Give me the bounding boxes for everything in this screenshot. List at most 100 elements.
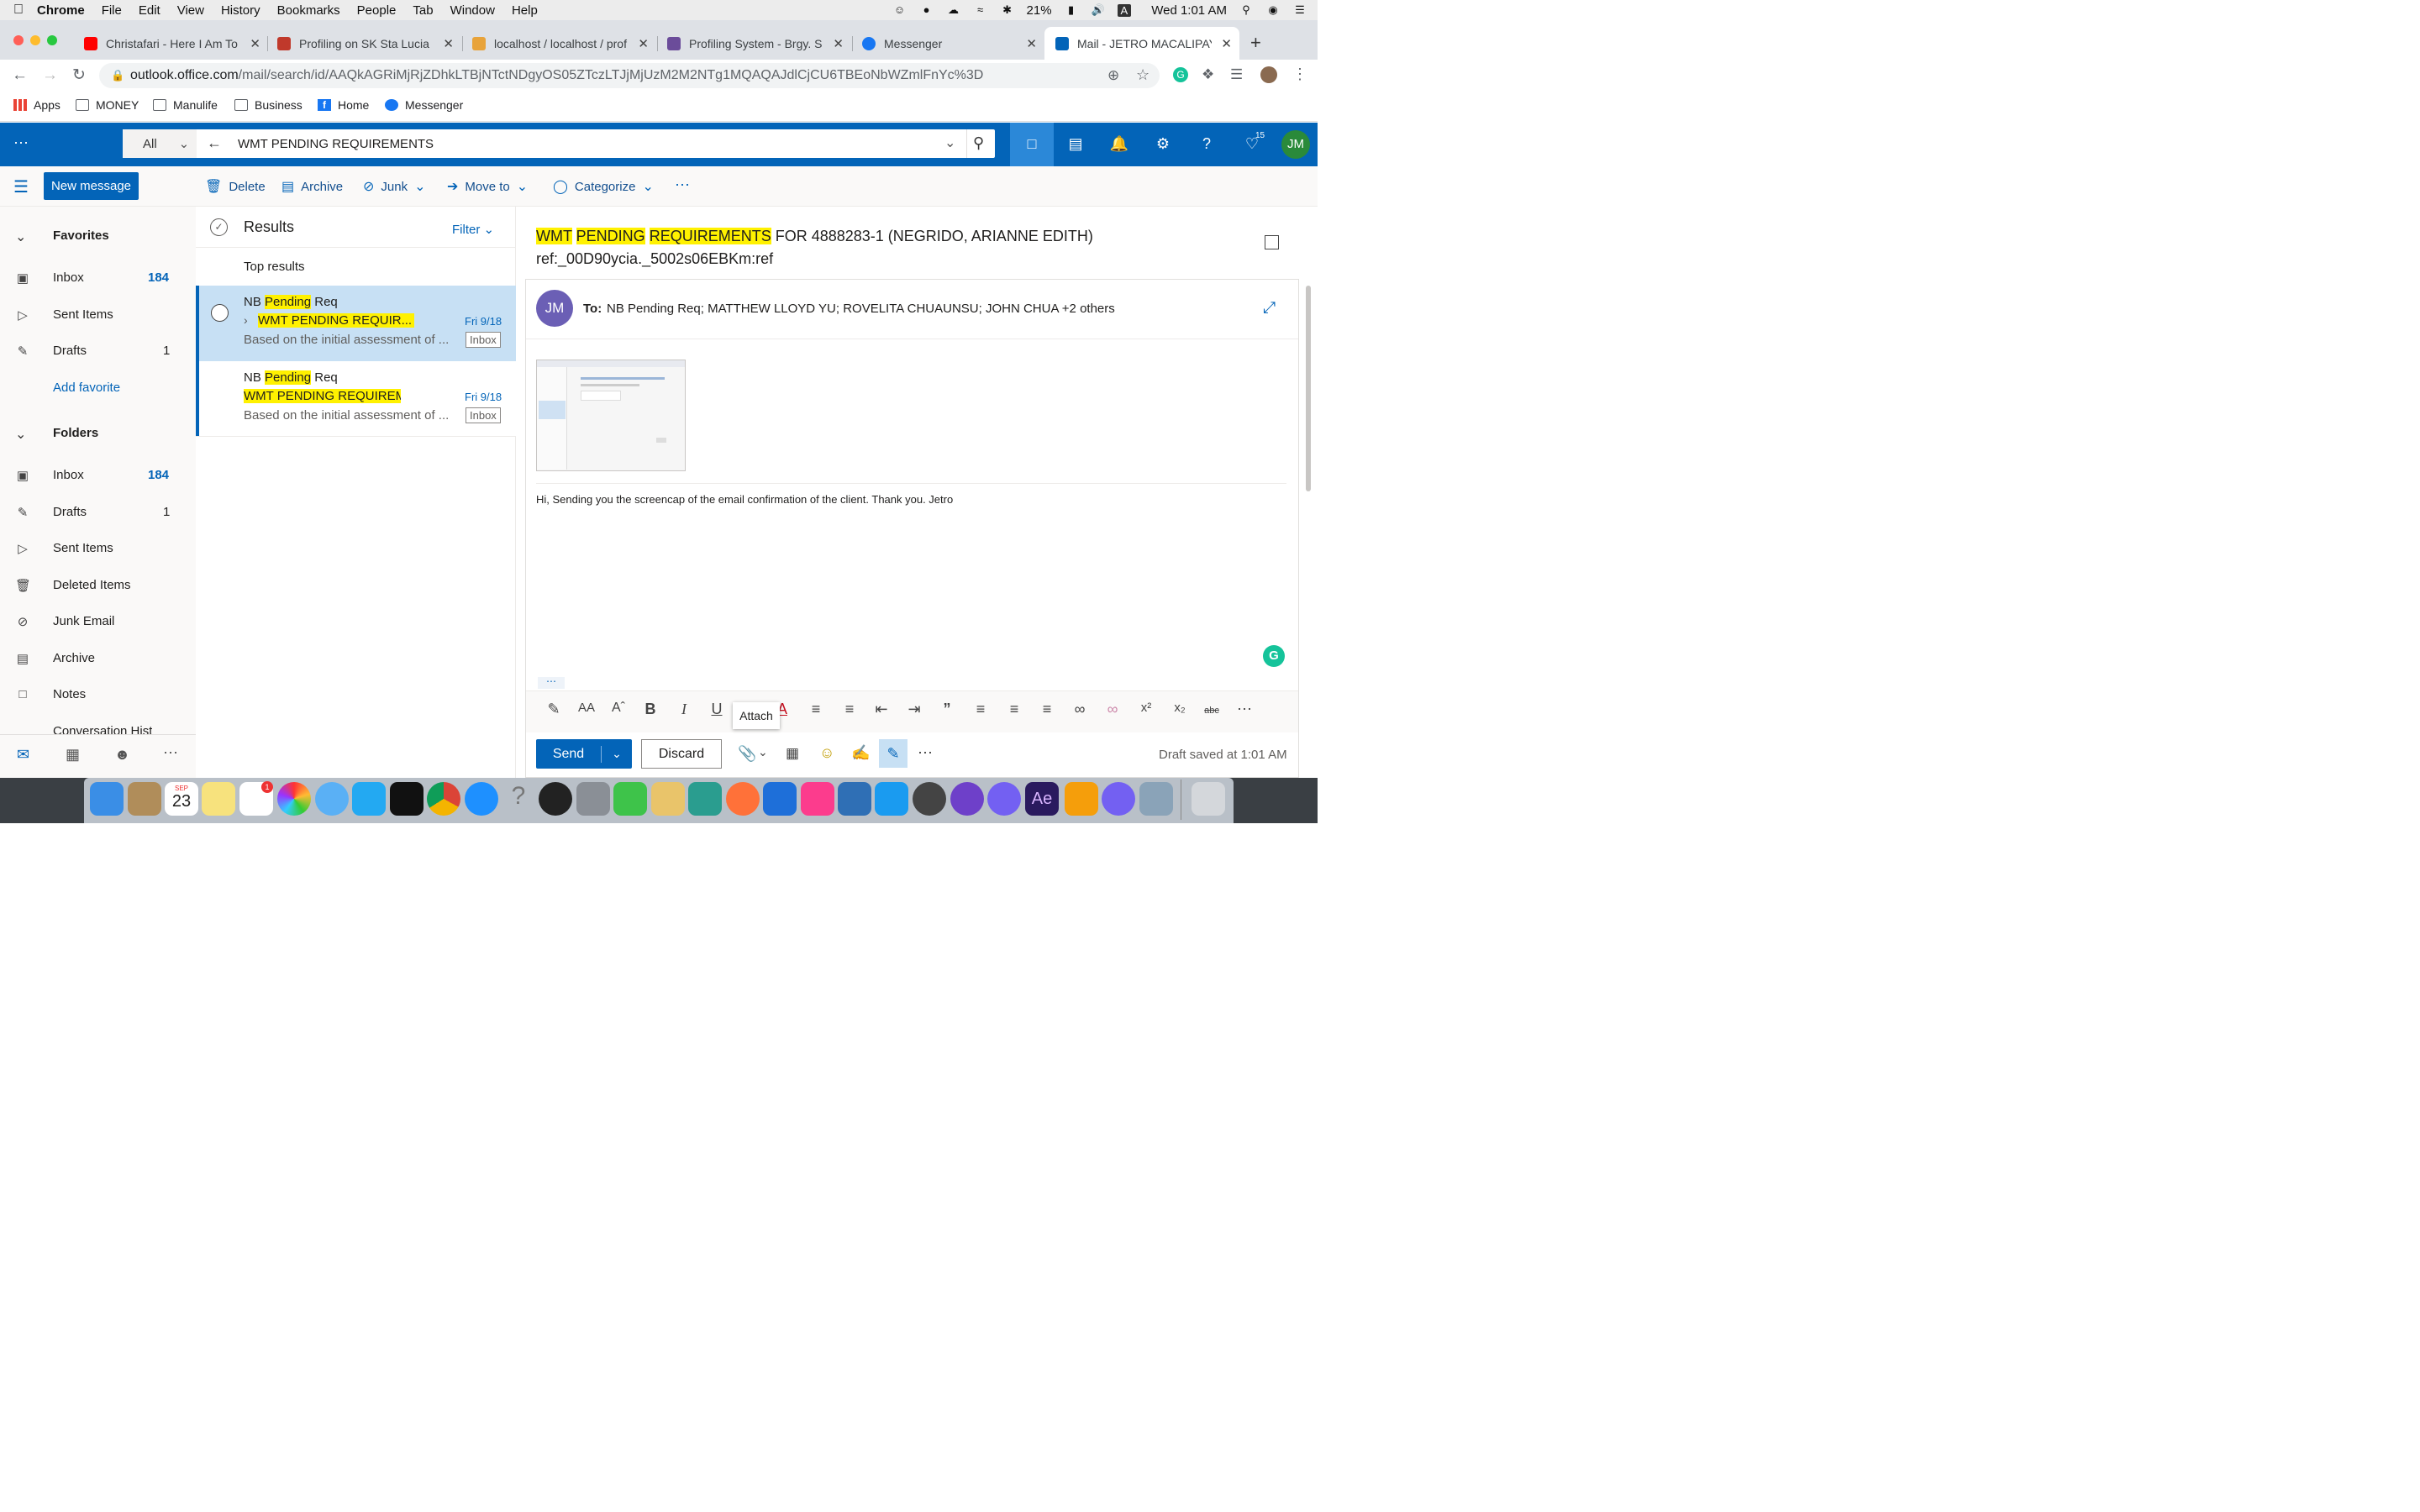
bookmark-business[interactable]: Business <box>234 98 302 112</box>
safari-icon[interactable] <box>465 782 498 816</box>
chrome-icon[interactable] <box>427 782 460 816</box>
menu-edit[interactable]: Edit <box>139 3 160 18</box>
messages-icon[interactable] <box>315 782 349 816</box>
favorite-sent-items[interactable]: Sent Items <box>53 307 113 322</box>
people-icon[interactable]: ☻ <box>114 746 130 764</box>
bluetooth-icon[interactable]: ✱ <box>1000 3 1015 17</box>
app-store-icon[interactable] <box>875 782 908 816</box>
menu-people[interactable]: People <box>357 3 397 18</box>
menu-app-name[interactable]: Chrome <box>37 3 85 18</box>
remove-link-icon[interactable]: ∞ <box>1102 701 1123 718</box>
menu-view[interactable]: View <box>177 3 204 18</box>
contacts-icon[interactable] <box>128 782 161 816</box>
font-size-icon[interactable]: Aˆ <box>608 701 629 716</box>
keynote-icon[interactable] <box>838 782 871 816</box>
close-tab-icon[interactable]: ✕ <box>833 36 844 51</box>
archive-button[interactable]: ▤ Archive <box>281 178 343 195</box>
system-preferences-icon[interactable] <box>576 782 610 816</box>
editor-icon[interactable]: ✎ <box>879 739 908 768</box>
viber-icon[interactable] <box>1102 782 1135 816</box>
status-app-icon[interactable]: ☺ <box>892 3 908 17</box>
favorite-inbox[interactable]: Inbox <box>53 270 84 285</box>
tab-messenger[interactable]: Messenger ✕ <box>862 29 1037 59</box>
font-icon[interactable]: A​A <box>576 701 597 715</box>
cloud-icon[interactable]: ☁ <box>946 3 961 17</box>
bullets-icon[interactable]: ≡ <box>805 701 827 718</box>
account-avatar[interactable]: JM <box>1281 130 1310 159</box>
emoji-icon[interactable]: ☺ <box>819 744 834 762</box>
send-options-chevron-icon[interactable]: ⌄ <box>602 747 632 761</box>
expand-thread-chevron-icon[interactable]: › <box>244 313 248 327</box>
skype-icon[interactable]: ● <box>919 3 934 17</box>
trash-icon[interactable] <box>1192 782 1225 816</box>
favorite-drafts[interactable]: Drafts <box>53 344 87 358</box>
chrome-menu-icon[interactable]: ⋮ <box>1292 66 1307 83</box>
folder-deleted-items[interactable]: Deleted Items <box>53 578 131 592</box>
extensions-puzzle-icon[interactable]: ❖ <box>1202 66 1214 83</box>
menu-help[interactable]: Help <box>512 3 538 18</box>
format-painter-icon[interactable]: ✎ <box>543 701 565 718</box>
folder-sent-items[interactable]: Sent Items <box>53 541 113 555</box>
tab-profiling-system[interactable]: Profiling System - Brgy. S ✕ <box>667 29 844 59</box>
after-effects-icon[interactable]: Ae <box>1025 782 1059 816</box>
bell-icon[interactable]: 🔔 <box>1108 133 1130 155</box>
close-tab-icon[interactable]: ✕ <box>443 36 454 51</box>
vscode-icon[interactable] <box>352 782 386 816</box>
align-left-icon[interactable]: ≡ <box>970 701 992 718</box>
help-icon[interactable]: ? <box>1196 133 1218 155</box>
favorites-header[interactable]: Favorites <box>53 228 109 243</box>
disk-utility-icon[interactable] <box>913 782 946 816</box>
wifi-icon[interactable]: ≈ <box>973 3 988 17</box>
firefox-icon[interactable] <box>726 782 760 816</box>
profile-avatar[interactable] <box>1260 66 1277 83</box>
decrease-indent-icon[interactable]: ⇤ <box>871 701 892 718</box>
bookmark-star-icon[interactable]: ☆ <box>1136 66 1150 84</box>
terminal-icon[interactable] <box>390 782 424 816</box>
folder-junk-email[interactable]: Junk Email <box>53 614 114 628</box>
hamburger-menu-icon[interactable]: ☰ <box>13 176 29 197</box>
menubar-clock[interactable]: Wed 1:01 AM <box>1151 3 1227 18</box>
tab-phpmyadmin[interactable]: localhost / localhost / prof ✕ <box>472 29 649 59</box>
insert-picture-icon[interactable]: ▦ <box>786 745 799 762</box>
bookmark-money[interactable]: MONEY <box>76 98 139 112</box>
more-actions-icon[interactable]: ⋯ <box>675 176 690 194</box>
notes-app-icon[interactable] <box>202 782 235 816</box>
message-item[interactable]: NB Pending Req › WMT PENDING REQUIR... F… <box>196 286 516 361</box>
apple-icon[interactable]:  <box>0 3 37 18</box>
pages-icon[interactable] <box>651 782 685 816</box>
attach-options-chevron-icon[interactable]: ⌄ <box>758 745 768 759</box>
discard-button[interactable]: Discard <box>641 739 722 769</box>
notification-center-icon[interactable]: ☰ <box>1292 3 1307 17</box>
menu-file[interactable]: File <box>102 3 122 18</box>
bookmark-manulife[interactable]: Manulife <box>153 98 218 112</box>
tab-outlook[interactable]: Mail - JETRO MACALIPAY ✕ <box>1055 29 1232 59</box>
increase-indent-icon[interactable]: ⇥ <box>903 701 925 718</box>
search-options-chevron-icon[interactable]: ⌄ <box>944 134 955 151</box>
folder-inbox[interactable]: Inbox <box>53 468 84 482</box>
to-recipients[interactable]: NB Pending Req; MATTHEW LLOYD YU; ROVELI… <box>607 302 1115 316</box>
spotlight-search-icon[interactable]: ⚲ <box>1239 3 1254 17</box>
install-app-icon[interactable]: ⊕ <box>1107 67 1119 84</box>
books-icon[interactable] <box>1065 782 1098 816</box>
select-all-checkbox[interactable]: ✓ <box>210 218 228 236</box>
numbers-icon[interactable] <box>688 782 722 816</box>
unknown-app-icon[interactable]: ? <box>502 782 535 816</box>
search-scope-dropdown[interactable]: All ⌄ <box>123 129 197 158</box>
numbering-icon[interactable]: ≡ <box>839 701 860 718</box>
grammarly-extension-icon[interactable]: G <box>1173 67 1188 82</box>
music-icon[interactable] <box>801 782 834 816</box>
bookmark-messenger[interactable]: Messenger <box>385 98 463 112</box>
reload-icon[interactable]: ↻ <box>72 66 86 85</box>
align-right-icon[interactable]: ≡ <box>1036 701 1058 718</box>
folders-header[interactable]: Folders <box>53 426 98 440</box>
immersive-reader-icon[interactable] <box>1265 235 1279 249</box>
my-day-icon[interactable]: ▤ <box>1065 133 1086 155</box>
strikethrough-icon[interactable]: abc <box>1201 701 1223 721</box>
more-apps-icon[interactable]: ⋯ <box>163 744 178 762</box>
new-tab-button[interactable]: + <box>1250 32 1261 54</box>
show-trimmed-content-icon[interactable]: ⋯ <box>538 676 565 689</box>
bold-icon[interactable]: B <box>639 701 661 718</box>
filter-button[interactable]: Filter ⌄ <box>452 222 494 237</box>
battery-icon[interactable]: ▮ <box>1064 3 1079 17</box>
menu-history[interactable]: History <box>221 3 260 18</box>
